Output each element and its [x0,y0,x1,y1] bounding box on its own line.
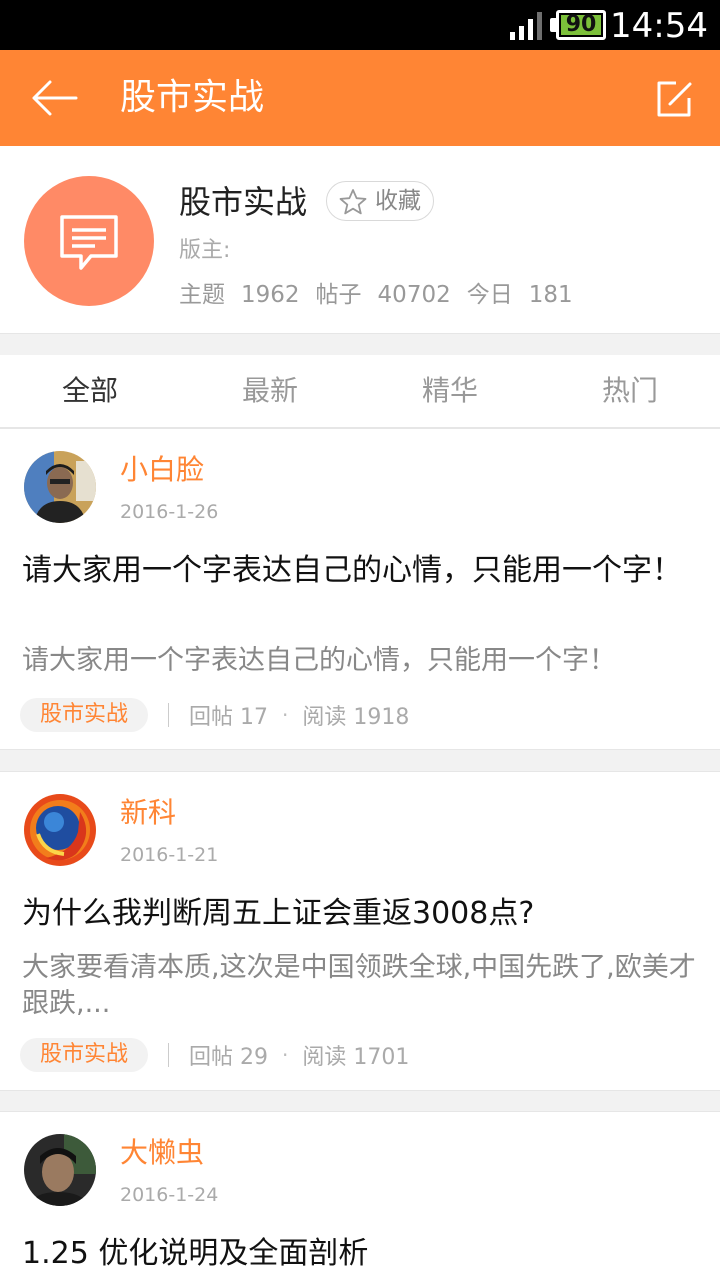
post-author[interactable]: 新科 [120,796,176,830]
app-header: 股市实战 [0,50,720,146]
forum-name: 股市实战 [179,183,308,221]
avatar[interactable] [24,794,96,866]
moderator-label: 版主: [179,238,231,263]
post-item[interactable]: 新科 2016-1-21 为什么我判断周五上证会重返3008点? 大家要看清本质… [0,771,720,1091]
status-time: 14:54 [610,6,708,46]
post-author[interactable]: 大懒虫 [120,1136,204,1170]
message-icon [60,215,118,270]
dot-separator: · [282,703,289,727]
post-excerpt: 请大家用一个字表达自己的心情，只能用一个字！ [22,645,616,676]
posts-count: 40702 [377,282,451,308]
forum-info-card: 股市实战 收藏 版主: 主题 1962 帖子 40702 今日 181 [0,146,720,334]
divider [168,703,170,727]
star-icon [339,189,367,215]
post-meta: 股市实战 回帖 17 · 阅读 1918 [20,698,409,732]
read-count: 阅读 1701 [302,1045,410,1070]
compose-button[interactable] [650,74,698,122]
post-date: 2016-1-21 [120,844,219,866]
post-item[interactable]: 大懒虫 2016-1-24 1.25 优化说明及全面剖析 [0,1111,720,1280]
back-arrow-icon [32,80,78,116]
tab-all[interactable]: 全部 [0,355,180,427]
topics-label: 主题 [179,282,225,308]
tab-featured[interactable]: 精华 [360,355,540,427]
tab-latest[interactable]: 最新 [180,355,360,427]
filter-tabs: 全部 最新 精华 热门 [0,355,720,428]
post-item[interactable]: 小白脸 2016-1-26 请大家用一个字表达自己的心情，只能用一个字！ 请大家… [0,428,720,750]
posts-label: 帖子 [315,282,362,308]
battery-icon: 90 [556,10,606,40]
dot-separator: · [282,1043,289,1067]
signal-icon [510,12,546,40]
user-photo-avatar [24,1134,96,1206]
post-author[interactable]: 小白脸 [120,453,204,487]
favorite-button[interactable]: 收藏 [326,181,434,221]
page-title: 股市实战 [120,77,265,118]
read-count: 阅读 1918 [302,705,410,730]
topics-count: 1962 [241,282,300,308]
post-title[interactable]: 1.25 优化说明及全面剖析 [22,1236,702,1272]
back-button[interactable] [24,70,84,126]
battery-level: 90 [565,12,597,37]
forum-avatar [24,176,154,306]
forum-tag[interactable]: 股市实战 [20,698,149,732]
forum-tag[interactable]: 股市实战 [20,1038,149,1072]
compose-icon [657,81,692,117]
favorite-label: 收藏 [375,188,421,214]
post-title[interactable]: 为什么我判断周五上证会重返3008点? [22,896,702,932]
post-date: 2016-1-24 [120,1184,219,1206]
post-title[interactable]: 请大家用一个字表达自己的心情，只能用一个字！ [22,553,702,589]
reply-count: 回帖 29 [189,1045,269,1070]
post-meta: 股市实战 回帖 29 · 阅读 1701 [20,1038,409,1072]
firefox-style-avatar [24,794,96,866]
user-photo-avatar [24,451,96,523]
today-label: 今日 [466,282,513,308]
post-date: 2016-1-26 [120,501,219,523]
reply-count: 回帖 17 [189,705,269,730]
forum-stats: 主题 1962 帖子 40702 今日 181 [179,280,589,310]
today-count: 181 [528,282,573,308]
divider [168,1043,170,1067]
avatar[interactable] [24,1134,96,1206]
post-excerpt: 大家要看清本质,这次是中国领跌全球,中国先跌了,欧美才跟跌,... [22,952,696,1019]
status-bar: 90 14:54 [0,0,720,50]
tab-hot[interactable]: 热门 [540,355,720,427]
avatar[interactable] [24,451,96,523]
